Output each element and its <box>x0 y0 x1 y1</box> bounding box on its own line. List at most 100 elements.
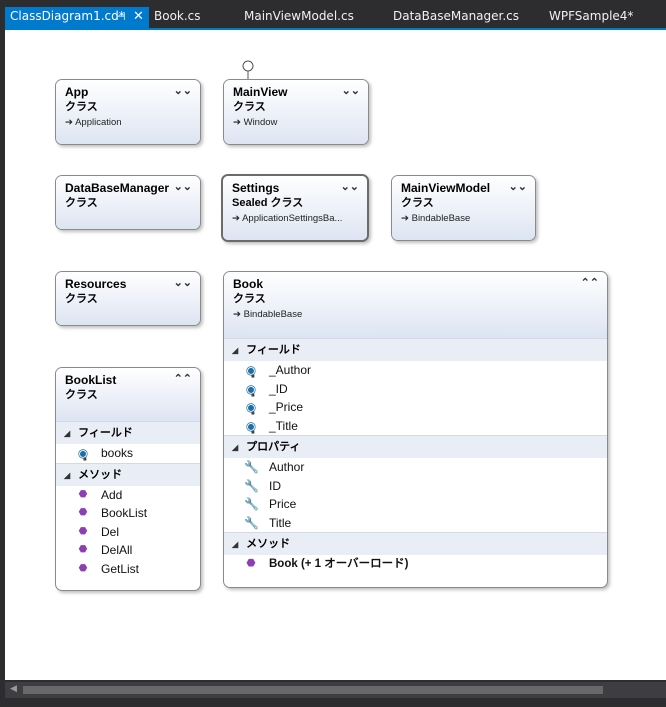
expand-chevron-icon[interactable]: ⌄⌄ <box>174 276 192 289</box>
field-item[interactable]: ◉ ■ books <box>56 444 200 463</box>
property-item[interactable]: 🔧 Author <box>224 458 607 477</box>
property-item[interactable]: 🔧 Title <box>224 514 607 533</box>
field-item[interactable]: ◉ ■ _Author <box>224 361 607 380</box>
base-class: ➔ BindableBase <box>401 213 471 224</box>
class-header: BookList クラス ⌃⌃ <box>56 368 200 421</box>
class-header: App クラス ➔ Application ⌄⌄ <box>56 80 200 144</box>
tab-label: Book.cs <box>154 9 201 23</box>
class-app[interactable]: App クラス ➔ Application ⌄⌄ <box>55 79 201 145</box>
class-kind: クラス <box>401 197 434 209</box>
expand-chevron-icon[interactable]: ⌄⌄ <box>342 84 360 97</box>
tab-label: ClassDiagram1.cd* <box>10 9 125 23</box>
private-lock-icon: ■ <box>83 457 87 463</box>
expand-chevron-icon[interactable]: ⌄⌄ <box>174 180 192 193</box>
class-settings[interactable]: Settings Sealed クラス ➔ ApplicationSetting… <box>221 174 369 242</box>
method-item[interactable]: ⬣ BookList <box>56 504 200 523</box>
method-cube-icon: ⬣ <box>78 488 88 500</box>
inherit-arrow-icon: ➔ <box>401 213 409 224</box>
class-kind: クラス <box>65 389 98 401</box>
class-name: App <box>65 85 89 99</box>
collapse-triangle-icon[interactable]: ◢ <box>232 346 238 355</box>
method-cube-icon: ⬣ <box>78 525 88 537</box>
method-item[interactable]: ⬣ Add <box>56 486 200 505</box>
collapse-chevron-icon[interactable]: ⌃⌃ <box>581 276 599 289</box>
section-properties[interactable]: ◢ プロパティ <box>224 435 607 458</box>
class-kind: Sealed クラス <box>232 197 304 209</box>
field-item[interactable]: ◉ ■ _ID <box>224 380 607 399</box>
inherit-arrow-icon: ➔ <box>65 117 73 128</box>
class-name: Book <box>233 277 263 291</box>
method-item[interactable]: ⬣ GetList <box>56 560 200 579</box>
horizontal-scrollbar[interactable]: ◀ <box>5 682 666 698</box>
private-lock-icon: ■ <box>251 429 255 436</box>
expand-chevron-icon[interactable]: ⌄⌄ <box>174 84 192 97</box>
collapse-chevron-icon[interactable]: ⌃⌃ <box>174 372 192 385</box>
collapse-triangle-icon[interactable]: ◢ <box>232 540 238 549</box>
collapse-triangle-icon[interactable]: ◢ <box>232 443 238 452</box>
class-header: Book クラス ➔ BindableBase ⌃⌃ <box>224 272 607 338</box>
field-item[interactable]: ◉ ■ _Price <box>224 398 607 417</box>
class-mainview[interactable]: MainView クラス ➔ Window ⌄⌄ <box>223 79 369 145</box>
expand-chevron-icon[interactable]: ⌄⌄ <box>509 180 527 193</box>
method-item[interactable]: ⬣ Book (+ 1 オーバーロード) <box>224 555 607 574</box>
method-cube-icon: ⬣ <box>246 558 256 569</box>
section-methods[interactable]: ◢ メソッド <box>56 462 200 486</box>
method-item[interactable]: ⬣ DelAll <box>56 541 200 560</box>
class-book[interactable]: Book クラス ➔ BindableBase ⌃⌃ ◢ フィールド ◉ ■ _Aut… <box>223 271 608 588</box>
inherit-arrow-icon: ➔ <box>233 117 241 128</box>
tab-label: WPFSample4* <box>549 9 634 23</box>
tab-databasemanager-cs[interactable]: DataBaseManager.cs <box>393 7 519 26</box>
method-cube-icon: ⬣ <box>78 507 88 518</box>
base-class: ➔ BindableBase <box>233 309 303 320</box>
section-methods[interactable]: ◢ メソッド <box>224 532 607 555</box>
property-item[interactable]: 🔧 Price <box>224 495 607 514</box>
section-fields[interactable]: ◢ フィールド <box>56 421 200 444</box>
tab-label: DataBaseManager.cs <box>393 9 520 23</box>
document-tab-bar: ClassDiagram1.cd* ⊣ ✕ Book.cs MainViewMo… <box>0 0 666 28</box>
inherit-arrow-icon: ➔ <box>232 213 240 224</box>
tab-wpfsample4[interactable]: WPFSample4* <box>549 7 633 26</box>
inherit-arrow-icon: ➔ <box>233 309 241 320</box>
class-header: MainView クラス ➔ Window ⌄⌄ <box>224 80 368 144</box>
wrench-icon: 🔧 <box>244 497 259 511</box>
class-kind: クラス <box>65 101 98 113</box>
close-icon[interactable]: ✕ <box>133 7 144 26</box>
method-cube-icon: ⬣ <box>78 544 88 555</box>
base-class: ➔ Window <box>233 117 278 128</box>
class-resources[interactable]: Resources クラス ⌄⌄ <box>55 271 201 326</box>
scrollbar-thumb[interactable] <box>23 686 603 694</box>
bottom-edge <box>0 698 666 707</box>
class-diagram-canvas[interactable]: App クラス ➔ Application ⌄⌄ MainView クラス ➔ … <box>5 28 666 680</box>
tab-classdiagram[interactable]: ClassDiagram1.cd* ⊣ ✕ <box>5 7 149 28</box>
tab-mainviewmodel-cs[interactable]: MainViewModel.cs <box>244 7 354 26</box>
base-class: ➔ Application <box>65 117 122 128</box>
base-class: ➔ ApplicationSettingsBa... <box>232 213 343 224</box>
scroll-left-arrow-icon[interactable]: ◀ <box>10 684 17 694</box>
wrench-icon: 🔧 <box>244 478 259 493</box>
class-kind: クラス <box>65 197 98 209</box>
tab-book-cs[interactable]: Book.cs <box>154 7 201 26</box>
class-databasemanager[interactable]: DataBaseManager クラス ⌄⌄ <box>55 175 201 230</box>
expand-chevron-icon[interactable]: ⌄⌄ <box>341 180 359 193</box>
method-item[interactable]: ⬣ Del <box>56 523 200 542</box>
class-mainviewmodel[interactable]: MainViewModel クラス ➔ BindableBase ⌄⌄ <box>391 175 536 241</box>
class-header: MainViewModel クラス ➔ BindableBase ⌄⌄ <box>392 176 535 240</box>
class-kind: クラス <box>65 293 98 305</box>
class-kind: クラス <box>233 293 266 305</box>
collapse-triangle-icon[interactable]: ◢ <box>64 471 70 480</box>
method-cube-icon: ⬣ <box>78 562 88 574</box>
class-name: Resources <box>65 277 127 291</box>
pin-icon[interactable]: ⊣ <box>116 7 126 26</box>
property-item[interactable]: 🔧 ID <box>224 477 607 496</box>
class-name: DataBaseManager <box>65 181 170 195</box>
class-header: Settings Sealed クラス ➔ ApplicationSetting… <box>223 176 367 240</box>
wrench-icon: 🔧 <box>244 460 259 474</box>
class-header: DataBaseManager クラス ⌄⌄ <box>56 176 200 229</box>
class-name: Settings <box>232 181 280 195</box>
field-item[interactable]: ◉ ■ _Title <box>224 417 607 436</box>
section-fields[interactable]: ◢ フィールド <box>224 338 607 361</box>
collapse-triangle-icon[interactable]: ◢ <box>64 429 70 438</box>
class-name: MainView <box>233 85 288 99</box>
class-booklist[interactable]: BookList クラス ⌃⌃ ◢ フィールド ◉ ■ books ◢ メソッド ⬣ Ad… <box>55 367 201 591</box>
wrench-icon: 🔧 <box>244 515 259 530</box>
